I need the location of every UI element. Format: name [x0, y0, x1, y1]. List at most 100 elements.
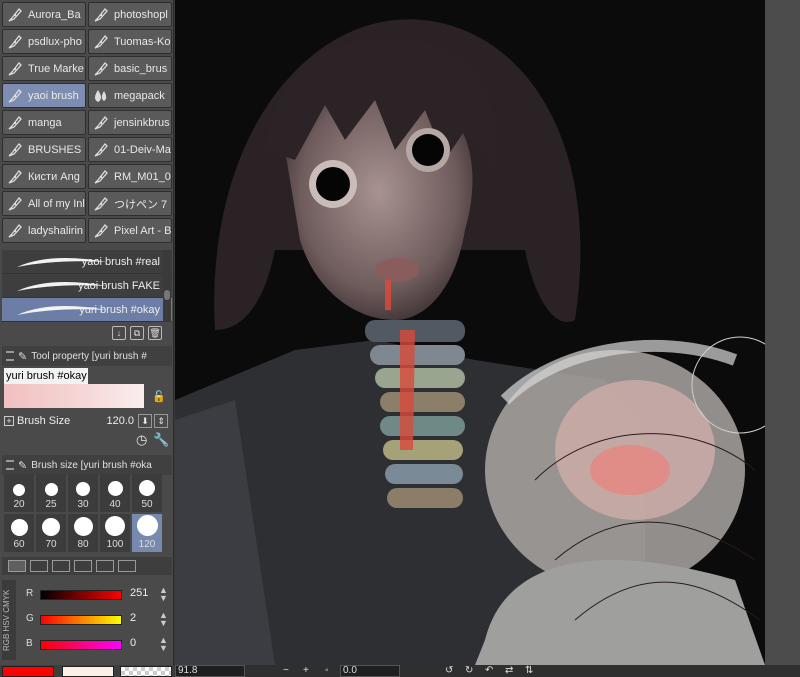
brush-group-tab[interactable]: All of my Inl: [2, 191, 86, 216]
sub-tool-list: yaoi brush #real yaoi brush FAKE yuri brus…: [2, 250, 172, 322]
color-slider-tab[interactable]: [8, 560, 26, 572]
trash-icon[interactable]: 🗑: [148, 326, 162, 340]
tool-property-header[interactable]: ✎ Tool property [yuri brush #: [2, 346, 172, 366]
blue-channel-slider[interactable]: B 0 ▲ ▼: [2, 633, 172, 657]
sub-tool-item[interactable]: yuri brush #okay: [2, 298, 172, 322]
spin-icon[interactable]: ▲ ▼: [159, 586, 168, 603]
sub-color-swatch[interactable]: [62, 666, 114, 677]
brush-size-header[interactable]: ✎ Brush size [yuri brush #oka: [2, 455, 172, 475]
pressure-dropdown-icon[interactable]: ⬇: [138, 414, 152, 428]
brush-group-tab[interactable]: True Marke: [2, 56, 86, 81]
blue-value[interactable]: 0: [130, 637, 136, 649]
brush-group-tab-label: basic_brus: [114, 62, 168, 75]
brush-group-tab-label: jensinkbrus: [114, 116, 170, 129]
brush-group-tab[interactable]: Tuomas-Ko: [88, 29, 172, 54]
green-value[interactable]: 2: [130, 612, 136, 624]
canvas-status-bar: 91.8 − + ◦ 0.0 ↺ ↻ ↶ ⇄ ⇅: [175, 665, 800, 677]
download-icon[interactable]: ↓: [112, 326, 126, 340]
color-wheel-tab[interactable]: [30, 560, 48, 572]
brush-group-tab[interactable]: megapack: [88, 83, 172, 108]
flip-vertical-icon[interactable]: ⇅: [525, 665, 533, 676]
red-bar[interactable]: [40, 590, 122, 600]
red-value[interactable]: 251: [130, 587, 148, 599]
brush-group-tab[interactable]: jensinkbrus: [88, 110, 172, 135]
panel-grip-icon[interactable]: [6, 351, 14, 361]
blue-bar[interactable]: [40, 640, 122, 650]
pen-nib-icon: [92, 222, 110, 240]
sub-tool-item[interactable]: yaoi brush #real: [2, 250, 172, 274]
brush-group-tab[interactable]: つけペン 7: [88, 191, 172, 216]
brush-size-label: Brush Size: [17, 415, 71, 427]
brush-size-number: 30: [77, 499, 89, 510]
brush-group-tab[interactable]: manga: [2, 110, 86, 135]
color-swatch-bar: [0, 665, 174, 677]
brush-group-tab[interactable]: 01-Deiv-Ma: [88, 137, 172, 162]
brush-size-number: 70: [45, 539, 57, 550]
brush-size-preset[interactable]: 120: [132, 514, 162, 552]
size-dot-icon: [107, 481, 123, 496]
clock-dial-icon[interactable]: ◷: [136, 432, 147, 448]
intermediate-color-tab[interactable]: [74, 560, 92, 572]
sub-tool-scrollbar[interactable]: [163, 250, 171, 322]
brush-size-number: 100: [106, 539, 124, 550]
size-dot-icon: [136, 515, 158, 536]
fit-icon[interactable]: ◦: [325, 665, 329, 676]
brush-size-preset[interactable]: 80: [68, 514, 98, 552]
green-channel-slider[interactable]: G 2 ▲ ▼: [2, 608, 172, 632]
red-channel-slider[interactable]: R 251 ▲ ▼: [2, 583, 172, 607]
brush-group-tab[interactable]: ladyshalirin: [2, 218, 86, 243]
brush-size-preset[interactable]: 60: [4, 514, 34, 552]
brush-group-tab[interactable]: Pixel Art - B: [88, 218, 172, 243]
zoom-in-button[interactable]: +: [303, 665, 309, 676]
brush-group-tab[interactable]: Aurora_Ba: [2, 2, 86, 27]
expand-icon[interactable]: +: [4, 416, 14, 426]
brush-group-tab[interactable]: BRUSHES: [2, 137, 86, 162]
brush-group-tab[interactable]: photoshopl: [88, 2, 172, 27]
rotate-right-icon[interactable]: ↻: [465, 665, 473, 676]
brush-size-preset[interactable]: 100: [100, 514, 130, 552]
brush-size-preset[interactable]: 50: [132, 474, 162, 512]
panel-grip-icon[interactable]: [6, 460, 14, 470]
flip-horizontal-icon[interactable]: ⇄: [505, 665, 513, 676]
pen-nib-icon: [6, 87, 24, 105]
brush-size-preset[interactable]: 25: [36, 474, 66, 512]
brush-size-preset[interactable]: 70: [36, 514, 66, 552]
main-color-swatch[interactable]: [2, 666, 54, 677]
lock-icon[interactable]: 🔓: [152, 390, 166, 403]
size-spin-icon[interactable]: ⇕: [154, 414, 168, 428]
brush-size-preset[interactable]: 30: [68, 474, 98, 512]
zoom-field[interactable]: 91.8: [175, 665, 245, 677]
pen-nib-icon: [6, 195, 24, 213]
color-history-tab[interactable]: [118, 560, 136, 572]
approximate-color-tab[interactable]: [96, 560, 114, 572]
brush-group-tab[interactable]: RM_M01_0: [88, 164, 172, 189]
pen-nib-icon: [6, 60, 24, 78]
reset-rotation-icon[interactable]: ↶: [485, 665, 493, 676]
duplicate-icon[interactable]: ⧉: [130, 326, 144, 340]
brush-group-tab[interactable]: basic_brus: [88, 56, 172, 81]
spin-icon[interactable]: ▲ ▼: [159, 611, 168, 628]
color-set-tab[interactable]: [52, 560, 70, 572]
brush-group-tab[interactable]: yaoi brush: [2, 83, 86, 108]
brush-size-value[interactable]: 120.0: [106, 415, 134, 427]
brush-size-preset[interactable]: 20: [4, 474, 34, 512]
sub-tool-item[interactable]: yaoi brush FAKE: [2, 274, 172, 298]
wrench-icon[interactable]: 🔧: [153, 432, 169, 448]
green-bar[interactable]: [40, 615, 122, 625]
brush-size-preset[interactable]: 40: [100, 474, 130, 512]
zoom-out-button[interactable]: −: [283, 665, 289, 676]
size-dot-icon: [105, 516, 125, 536]
rotation-field[interactable]: 0.0: [340, 665, 400, 677]
transparent-color-swatch[interactable]: [120, 666, 172, 677]
size-dot-icon: [13, 484, 25, 496]
brush-group-tab[interactable]: psdlux-pho: [2, 29, 86, 54]
brush-group-tab[interactable]: Кисти Ang: [2, 164, 86, 189]
sub-tool-scroll-thumb[interactable]: [164, 290, 170, 300]
spin-icon[interactable]: ▲ ▼: [159, 636, 168, 653]
brush-size-number: 60: [13, 539, 25, 550]
drawing-canvas[interactable]: [175, 0, 765, 665]
pen-nib-icon: [6, 141, 24, 159]
brush-group-tab-label: Pixel Art - B: [114, 224, 171, 237]
rotate-left-icon[interactable]: ↺: [445, 665, 453, 676]
sub-tool-label: yuri brush #okay: [79, 304, 160, 316]
